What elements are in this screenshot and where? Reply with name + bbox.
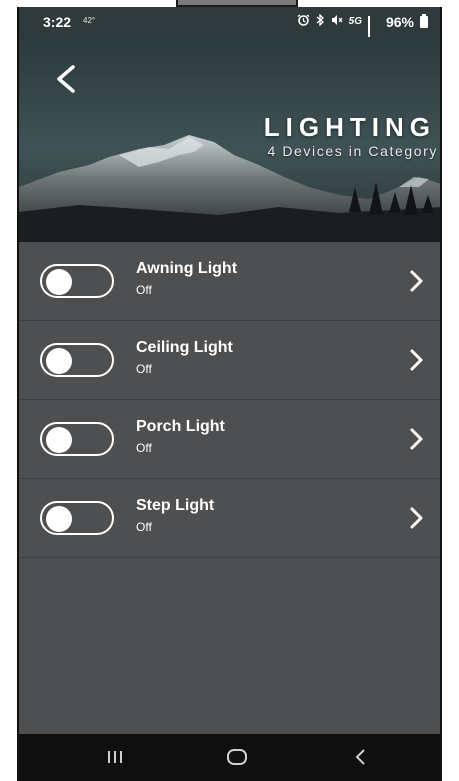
- alarm-icon: [297, 14, 310, 29]
- device-toggle[interactable]: [40, 422, 114, 456]
- device-row[interactable]: Step Light Off: [19, 479, 440, 558]
- device-row[interactable]: Ceiling Light Off: [19, 321, 440, 400]
- status-time: 3:22: [43, 14, 72, 30]
- device-name: Ceiling Light: [136, 339, 233, 356]
- chevron-right-icon[interactable]: [408, 269, 424, 293]
- navigation-bar: [19, 734, 440, 781]
- home-icon[interactable]: [223, 746, 251, 768]
- toggle-knob: [46, 427, 72, 453]
- status-icons: 5G: [297, 13, 370, 51]
- toggle-knob: [46, 269, 72, 295]
- top-frame-tab: [176, 0, 298, 7]
- device-list: Awning Light Off Ceiling Light Off Porch…: [19, 242, 440, 558]
- toggle-knob: [46, 506, 72, 532]
- status-temperature: 42°: [83, 16, 96, 25]
- device-status: Off: [136, 520, 152, 534]
- chevron-right-icon[interactable]: [408, 427, 424, 451]
- device-row[interactable]: Porch Light Off: [19, 400, 440, 479]
- status-bar: 3:22 42° 5G 96%: [19, 7, 440, 51]
- chevron-right-icon[interactable]: [408, 348, 424, 372]
- mute-icon: [331, 14, 343, 29]
- screenshot-frame: 3:22 42° 5G 96% LIGHTING 4 Devices in Ca…: [0, 0, 459, 781]
- phone-screen: 3:22 42° 5G 96% LIGHTING 4 Devices in Ca…: [17, 7, 442, 781]
- recent-apps-icon[interactable]: [101, 746, 129, 768]
- device-name: Step Light: [136, 497, 215, 514]
- chevron-right-icon[interactable]: [408, 506, 424, 530]
- page-title: LIGHTING: [263, 112, 436, 142]
- device-status: Off: [136, 283, 152, 297]
- device-status: Off: [136, 362, 152, 376]
- device-row[interactable]: Awning Light Off: [19, 242, 440, 321]
- device-toggle[interactable]: [40, 343, 114, 377]
- network-label: 5G: [348, 16, 362, 27]
- toggle-knob: [46, 348, 72, 374]
- battery-percentage: 96%: [385, 14, 414, 30]
- bluetooth-icon: [316, 13, 325, 29]
- back-icon[interactable]: [347, 746, 375, 768]
- back-chevron-icon[interactable]: [49, 59, 83, 99]
- battery-icon: [420, 14, 428, 28]
- device-status: Off: [136, 441, 152, 455]
- device-name: Porch Light: [136, 418, 225, 435]
- category-header: LIGHTING 4 Devices in Category: [19, 37, 440, 242]
- signal-icon: [368, 15, 370, 51]
- page-subtitle: 4 Devices in Category: [267, 143, 438, 159]
- device-name: Awning Light: [136, 260, 238, 277]
- device-toggle[interactable]: [40, 501, 114, 535]
- device-toggle[interactable]: [40, 264, 114, 298]
